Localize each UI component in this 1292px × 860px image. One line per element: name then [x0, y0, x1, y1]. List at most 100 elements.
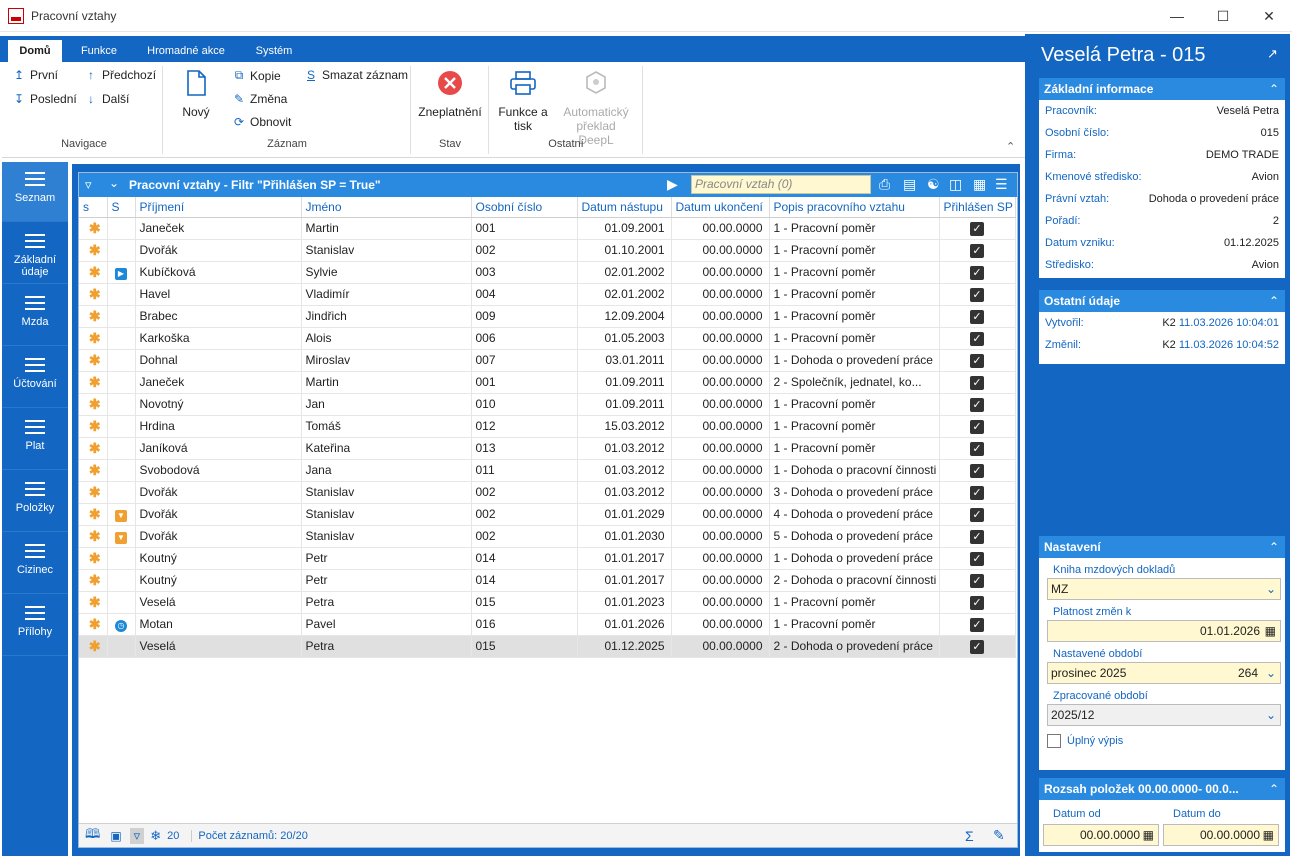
filter-icon[interactable]: ▿ [85, 177, 92, 193]
checkbox-checked-icon[interactable]: ✓ [970, 375, 984, 390]
tab-system[interactable]: Systém [244, 40, 304, 62]
nav-salary[interactable]: Plat [2, 410, 68, 470]
processed-period-select[interactable]: 2025/12 ⌄ [1047, 704, 1281, 726]
table-row[interactable]: ✱ Dohnal Miroslav 007 03.01.2011 00.00.0000 1 … [79, 349, 1016, 372]
table-row[interactable]: ✱ Janeček Martin 001 01.09.2011 00.00.0000 2 -… [79, 371, 1016, 394]
group-icon[interactable]: ☯ [927, 176, 940, 193]
col-header-registered-sp[interactable]: Přihlášen SP [939, 197, 1016, 218]
previous-button[interactable]: ↑ Předchozí [84, 68, 156, 82]
checkbox-checked-icon[interactable]: ✓ [970, 551, 984, 566]
tab-home[interactable]: Domů [8, 40, 62, 62]
minimize-icon[interactable]: — [1154, 0, 1200, 32]
book-icon[interactable]: 🕮 [85, 825, 100, 847]
collapse-ribbon-icon[interactable]: ⌃ [1006, 140, 1015, 153]
maximize-icon[interactable]: ☐ [1200, 0, 1246, 32]
section-header[interactable]: Nastavení ⌃ [1039, 536, 1285, 558]
date-from-input[interactable]: 00.00.0000 ▦ [1043, 824, 1159, 846]
table-row[interactable]: ✱ Havel Vladimír 004 02.01.2002 00.00.0000 1 -… [79, 283, 1016, 306]
table-row[interactable]: ✱ Svobodová Jana 011 01.03.2012 00.00.0000 1 -… [79, 459, 1016, 482]
print-button[interactable]: Funkce a tisk [494, 70, 552, 133]
play-icon[interactable]: ▶ [667, 176, 678, 193]
table-row[interactable]: ✱ Brabec Jindřich 009 12.09.2004 00.00.0000 1 … [79, 305, 1016, 328]
checkbox-checked-icon[interactable]: ✓ [970, 639, 984, 654]
checkbox-checked-icon[interactable]: ✓ [970, 507, 984, 522]
checkbox-checked-icon[interactable]: ✓ [970, 485, 984, 500]
table-row[interactable]: ✱ ▶ Kubíčková Sylvie 003 02.01.2002 00.00.0000… [79, 261, 1016, 284]
calendar-icon[interactable]: ▦ [1265, 621, 1276, 641]
new-button[interactable]: Nový [172, 70, 220, 119]
chevron-down-icon[interactable]: ⌄ [109, 176, 119, 190]
nav-accounting[interactable]: Účtování [2, 348, 68, 408]
col-header-name[interactable]: Jméno [301, 197, 472, 218]
nav-basic-data[interactable]: Základní údaje [2, 224, 68, 284]
checkbox-checked-icon[interactable]: ✓ [970, 331, 984, 346]
popout-icon[interactable]: ↗ [1267, 46, 1278, 62]
col-header-description[interactable]: Popis pracovního vztahu [769, 197, 940, 218]
table-row[interactable]: ✱ Janíková Kateřina 013 01.03.2012 00.00.0000… [79, 437, 1016, 460]
chevron-up-icon[interactable]: ⌃ [1269, 536, 1279, 558]
section-header[interactable]: Rozsah položek 00.00.0000- 00.0... ⌃ [1039, 778, 1285, 800]
checkbox-checked-icon[interactable]: ✓ [970, 221, 984, 236]
nav-list[interactable]: Seznam [2, 162, 68, 222]
box-icon[interactable]: ▣ [110, 829, 121, 843]
chevron-up-icon[interactable]: ⌃ [1269, 778, 1279, 800]
nav-foreigner[interactable]: Cizinec [2, 534, 68, 594]
table-row[interactable]: ✱ Veselá Petra 015 01.12.2025 00.00.0000 2 - D… [79, 635, 1016, 658]
checkbox-checked-icon[interactable]: ✓ [970, 441, 984, 456]
close-icon[interactable]: ✕ [1246, 0, 1292, 32]
menu-icon[interactable]: ☰ [995, 176, 1008, 193]
table-row[interactable]: ✱ ◷ Motan Pavel 016 01.01.2026 00.00.0000 1 - P… [79, 613, 1016, 636]
checkbox-checked-icon[interactable]: ✓ [970, 243, 984, 258]
period-select[interactable]: prosinec 2025 264 ⌄ [1047, 662, 1281, 684]
checkbox-checked-icon[interactable]: ✓ [970, 309, 984, 324]
table-row[interactable]: ✱ Novotný Jan 010 01.09.2011 00.00.0000 1 - Pr… [79, 393, 1016, 416]
edit-icon[interactable]: ✎ [993, 827, 1005, 844]
table-row[interactable]: ✱ Janeček Martin 001 01.09.2001 00.00.0000 1 -… [79, 217, 1016, 240]
table-row[interactable]: ✱ ▼ Dvořák Stanislav 002 01.01.2030 00.00.0000… [79, 525, 1016, 548]
tab-functions[interactable]: Funkce [70, 40, 128, 62]
filter-icon[interactable]: ▿ [129, 827, 145, 844]
print-icon[interactable]: ⎙ [879, 176, 890, 193]
nav-wage[interactable]: Mzda [2, 286, 68, 346]
deepl-translate-button[interactable]: Automatický překlad DeepL [558, 70, 634, 147]
section-header[interactable]: Základní informace ⌃ [1039, 78, 1285, 100]
col-header-start-date[interactable]: Datum nástupu [577, 197, 672, 218]
chevron-up-icon[interactable]: ⌃ [1269, 78, 1279, 100]
delete-record-button[interactable]: S Smazat záznam [304, 68, 408, 82]
col-header-status[interactable]: S [107, 197, 136, 218]
checkbox-checked-icon[interactable]: ✓ [970, 419, 984, 434]
nav-items[interactable]: Položky [2, 472, 68, 532]
book-select[interactable]: MZ ⌄ [1047, 578, 1281, 600]
table-row[interactable]: ✱ Veselá Petra 015 01.01.2023 00.00.0000 1 - P… [79, 591, 1016, 614]
checkbox-checked-icon[interactable]: ✓ [970, 573, 984, 588]
nav-attachments[interactable]: Přílohy [2, 596, 68, 656]
panel-splitter[interactable] [1025, 34, 1035, 856]
snowflake-icon[interactable]: ❄ [150, 828, 161, 844]
copy-button[interactable]: ⧉ Kopie [232, 68, 281, 83]
calendar-icon[interactable]: ▦ [1263, 825, 1274, 845]
excel-icon[interactable]: ▦ [973, 176, 986, 193]
checkbox-checked-icon[interactable]: ✓ [970, 617, 984, 632]
checkbox-checked-icon[interactable]: ✓ [970, 463, 984, 478]
calendar-icon[interactable]: ▦ [1143, 825, 1154, 845]
col-header-personal-number[interactable]: Osobní číslo [471, 197, 578, 218]
table-row[interactable]: ✱ Hrdina Tomáš 012 15.03.2012 00.00.0000 1 - P… [79, 415, 1016, 438]
columns-icon[interactable]: ◫ [949, 176, 962, 193]
sum-icon[interactable]: Σ [965, 828, 974, 844]
last-button[interactable]: ↧ Poslední [12, 92, 77, 106]
checkbox-checked-icon[interactable]: ✓ [970, 595, 984, 610]
change-button[interactable]: ✎ Změna [232, 92, 287, 106]
validity-date-input[interactable]: 01.01.2026 ▦ [1047, 620, 1281, 642]
checkbox-checked-icon[interactable]: ✓ [970, 287, 984, 302]
chevron-up-icon[interactable]: ⌃ [1269, 290, 1279, 312]
col-header-end-date[interactable]: Datum ukončení [671, 197, 770, 218]
refresh-button[interactable]: ⟳ Obnovit [232, 115, 291, 129]
invalidate-button[interactable]: Zneplatnění [414, 70, 486, 119]
table-row[interactable]: ✱ Karkoška Alois 006 01.05.2003 00.00.0000 1 -… [79, 327, 1016, 350]
table-row[interactable]: ✱ Dvořák Stanislav 002 01.03.2012 00.00.0000 3… [79, 481, 1016, 504]
col-header-s[interactable]: s [79, 197, 108, 218]
chart-icon[interactable]: ▤ [903, 176, 916, 193]
date-to-input[interactable]: 00.00.0000 ▦ [1163, 824, 1279, 846]
table-row[interactable]: ✱ ▼ Dvořák Stanislav 002 01.01.2029 00.00.0000… [79, 503, 1016, 526]
next-button[interactable]: ↓ Další [84, 92, 129, 106]
